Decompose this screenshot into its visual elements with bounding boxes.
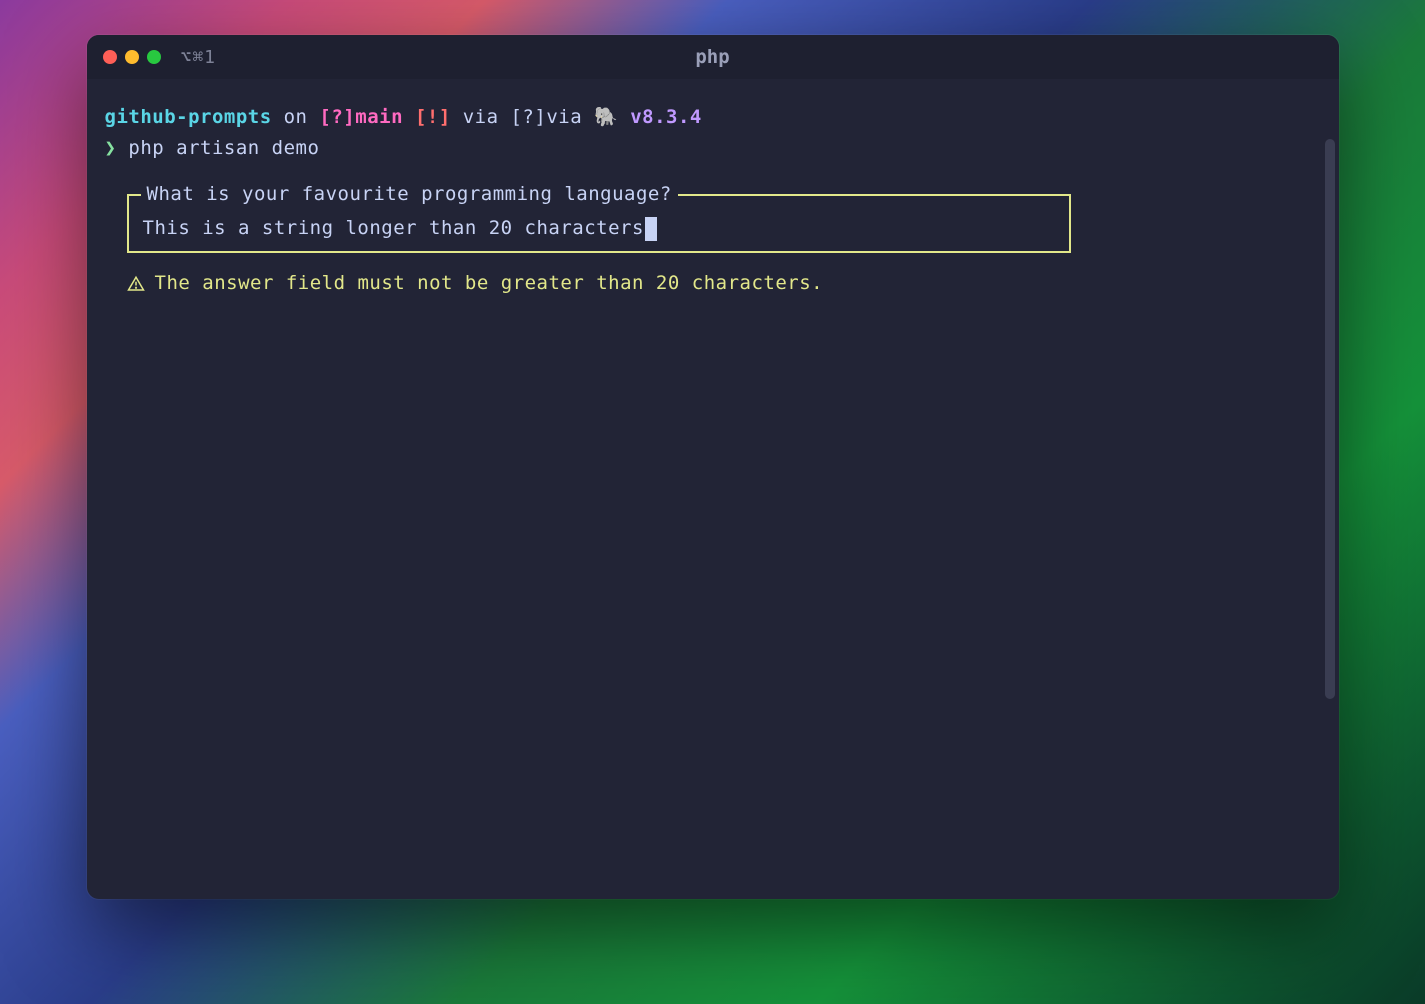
minimize-button[interactable] [125, 50, 139, 64]
warning-icon [127, 275, 145, 293]
via-text-2: via [546, 106, 594, 128]
maximize-button[interactable] [147, 50, 161, 64]
via-text-1: via [451, 106, 511, 128]
prompt-box-container: What is your favourite programming langu… [105, 194, 1321, 253]
validation-error: The answer field must not be greater tha… [105, 269, 1321, 298]
window-title: php [695, 46, 729, 68]
prompt-input-line[interactable]: This is a string longer than 20 characte… [143, 214, 1055, 243]
prompt-answer: This is a string longer than 20 characte… [143, 214, 644, 243]
prompt-chevron-icon: ❯ [105, 137, 117, 159]
branch-icon: [?] [319, 106, 355, 128]
terminal-window: ⌥⌘1 php github-prompts on [?]main [!] vi… [87, 35, 1339, 899]
tab-indicator: ⌥⌘1 [181, 47, 217, 68]
terminal-body[interactable]: github-prompts on [?]main [!] via [?]via… [87, 79, 1339, 899]
text-cursor-icon [645, 217, 657, 241]
error-message: The answer field must not be greater tha… [155, 269, 824, 298]
prompt-question: What is your favourite programming langu… [141, 180, 678, 209]
scrollbar[interactable] [1325, 139, 1335, 699]
branch-status: [!] [403, 106, 451, 128]
php-version: v8.3.4 [618, 106, 702, 128]
close-button[interactable] [103, 50, 117, 64]
shell-prompt-context: github-prompts on [?]main [!] via [?]via… [105, 103, 1321, 132]
command-text: php artisan demo [116, 137, 319, 159]
text-prompt-box: What is your favourite programming langu… [127, 194, 1071, 253]
elephant-icon: 🐘 [594, 106, 618, 128]
directory-name: github-prompts [105, 106, 272, 128]
via-icon: [?] [510, 106, 546, 128]
command-line: ❯ php artisan demo [105, 134, 1321, 163]
traffic-lights [103, 50, 161, 64]
title-bar: ⌥⌘1 php [87, 35, 1339, 79]
on-text: on [272, 106, 320, 128]
branch-name: main [355, 106, 403, 128]
